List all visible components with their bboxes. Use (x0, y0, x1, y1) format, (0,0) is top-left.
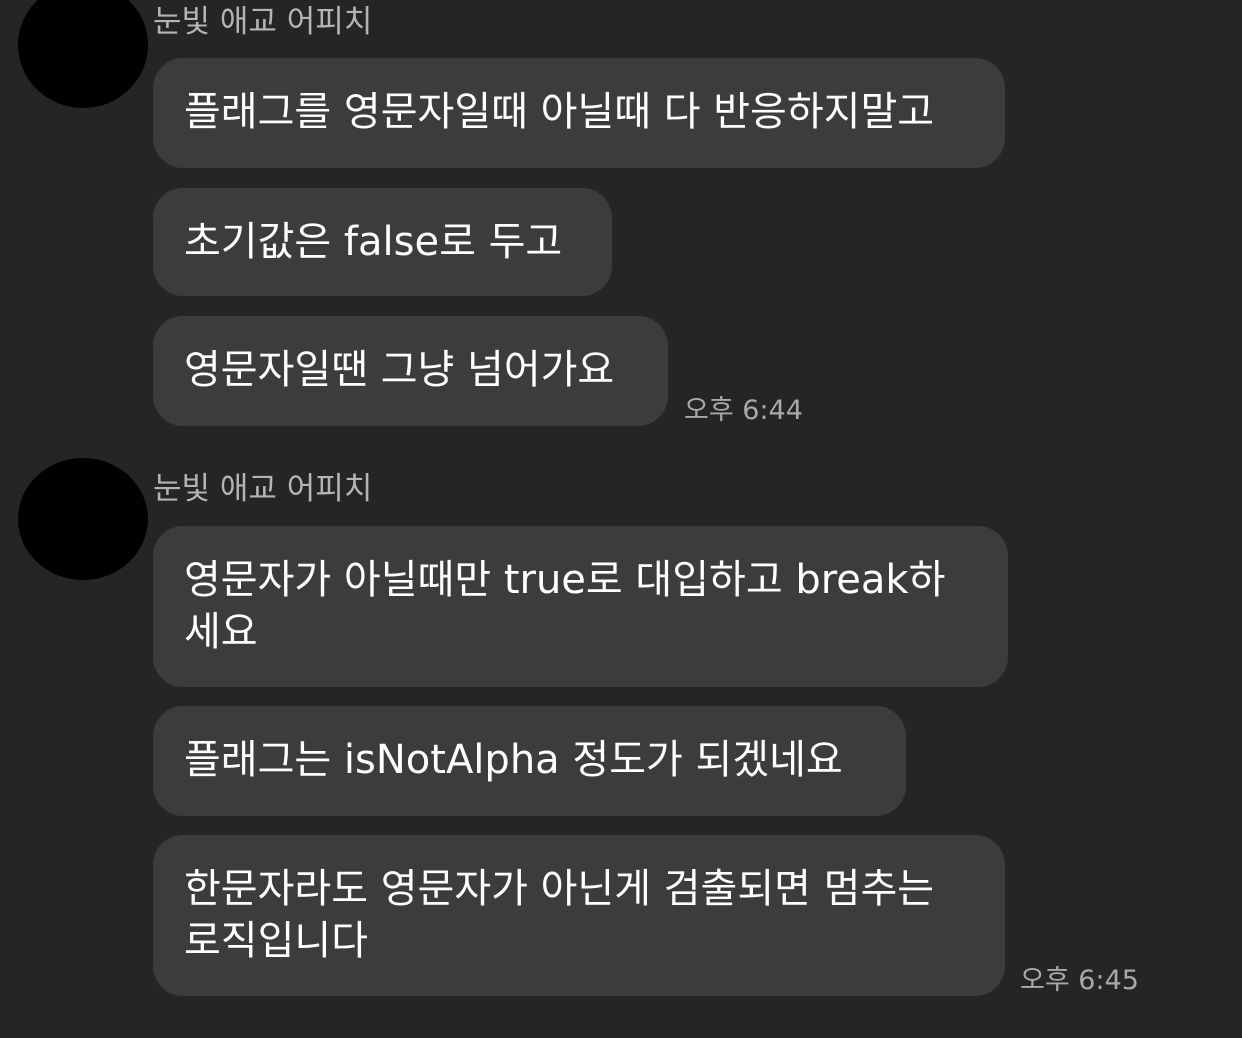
sender-name: 눈빛 애교 어피치 (153, 4, 373, 40)
message-text: 영문자일땐 그냥 넘어가요 (184, 347, 615, 393)
message-text: 플래그를 영문자일때 아닐때 다 반응하지말고 (184, 89, 935, 135)
message-timestamp: 오후 6:45 (1020, 965, 1139, 996)
sender-avatar[interactable] (18, 458, 148, 580)
message-text: 한문자라도 영문자가 아닌게 검출되면 멈추는 로직입니다 (184, 866, 935, 964)
message-bubble[interactable]: 영문자일땐 그냥 넘어가요 (153, 316, 668, 426)
message-text: 영문자가 아닐때만 true로 대입하고 break하세요 (184, 557, 946, 655)
message-text: 초기값은 false로 두고 (184, 219, 563, 265)
sender-avatar[interactable] (18, 0, 148, 108)
message-bubble[interactable]: 초기값은 false로 두고 (153, 188, 612, 296)
sender-name: 눈빛 애교 어피치 (153, 471, 373, 507)
message-bubble[interactable]: 한문자라도 영문자가 아닌게 검출되면 멈추는 로직입니다 (153, 835, 1005, 996)
message-bubble[interactable]: 영문자가 아닐때만 true로 대입하고 break하세요 (153, 526, 1008, 687)
message-bubble[interactable]: 플래그는 isNotAlpha 정도가 되겠네요 (153, 706, 906, 816)
message-timestamp: 오후 6:44 (684, 395, 803, 426)
message-text: 플래그는 isNotAlpha 정도가 되겠네요 (184, 737, 843, 783)
message-bubble[interactable]: 플래그를 영문자일때 아닐때 다 반응하지말고 (153, 58, 1005, 168)
